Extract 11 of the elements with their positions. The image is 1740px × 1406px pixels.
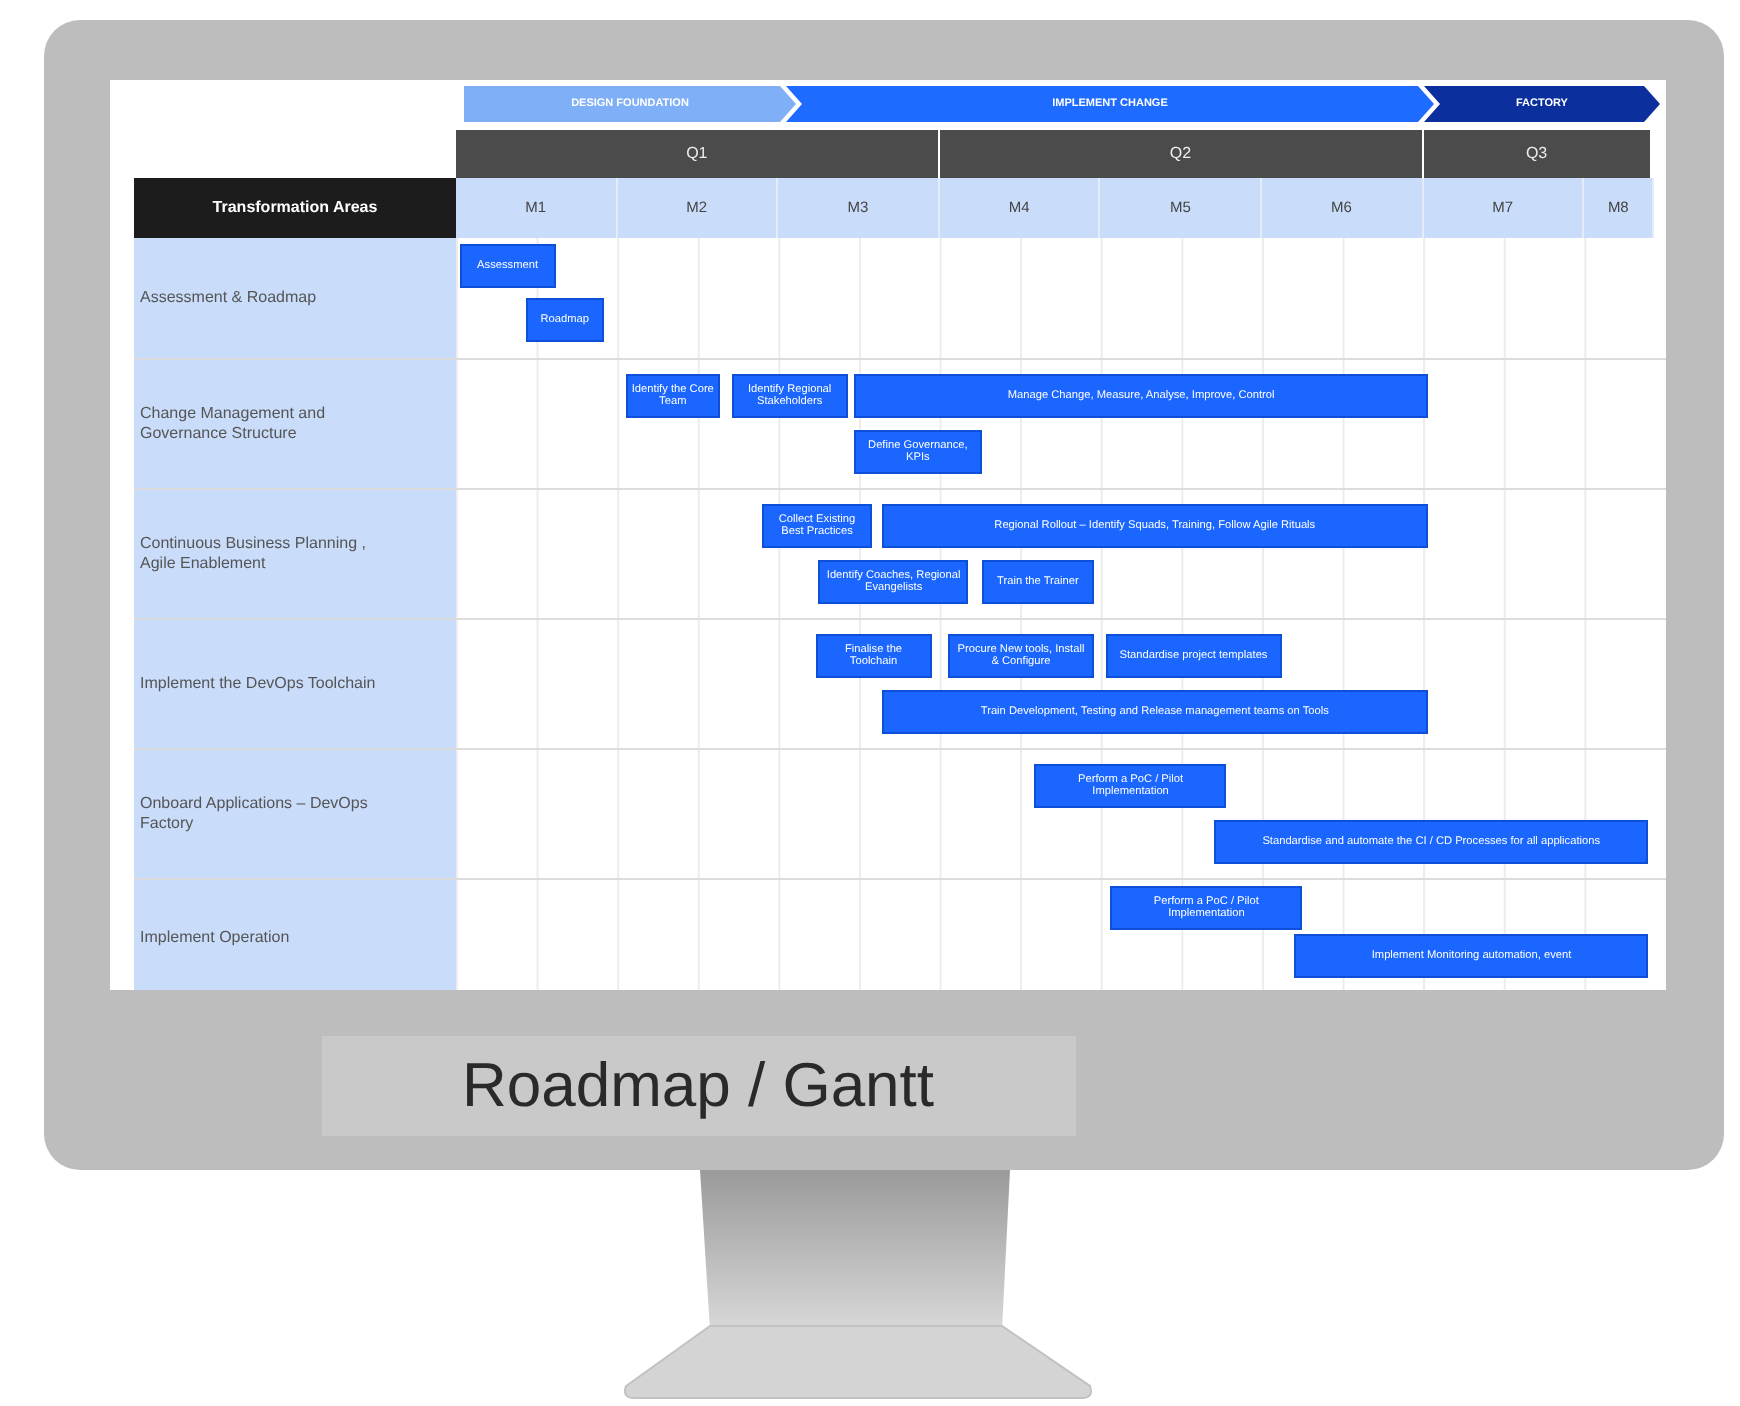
monitor-caption: Roadmap / Gantt [321, 1036, 1075, 1136]
row-label: Onboard Applications – DevOps Factory [134, 750, 456, 878]
quarter-header: Q2 [939, 130, 1424, 178]
quarter-header: Q1 [456, 130, 940, 178]
row-label: Implement the DevOps Toolchain [134, 620, 456, 748]
row-label: Change Management and Governance Structure [134, 360, 456, 488]
row-label: Continuous Business Planning , Agile Enablement [134, 490, 456, 618]
column-header: Transformation Areas [134, 178, 456, 238]
row-label: Implement Operation [134, 880, 456, 990]
row-label: Assessment & Roadmap [134, 238, 456, 358]
quarter-header: Q3 [1423, 130, 1652, 178]
